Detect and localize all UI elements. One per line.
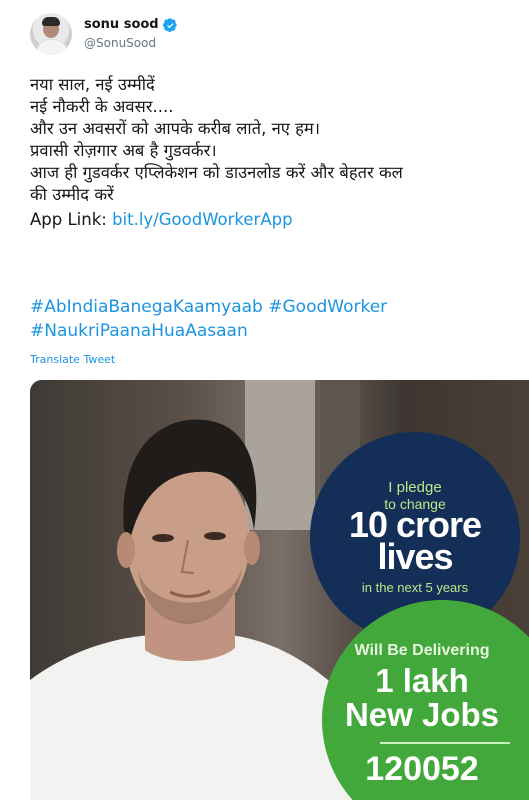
tweet-body: नया साल, नई उम्मीदें नई नौकरी के अवसर...… <box>30 74 529 231</box>
user-handle[interactable]: @SonuSood <box>84 34 178 52</box>
tweet-line: आज ही गुडवर्कर एप्लिकेशन को डाउनलोड करें… <box>30 163 403 182</box>
tweet-header: sonu sood @SonuSood <box>30 12 178 56</box>
pledge-big-text: lives <box>377 536 453 577</box>
hashtags: #AbIndiaBanegaKaamyaab #GoodWorker #Nauk… <box>30 295 387 343</box>
pledge-line: I pledge <box>388 479 442 496</box>
tweet-line: और उन अवसरों को आपके करीब लाते, नए हम। <box>30 119 320 138</box>
jobs-counter: 120052 <box>365 750 479 788</box>
jobs-count-text: 1 lakh <box>375 662 469 699</box>
pledge-line: in the next 5 years <box>361 580 469 595</box>
jobs-label-text: New Jobs <box>344 696 500 733</box>
divider <box>380 742 510 744</box>
app-link-label: App Link: <box>30 210 113 229</box>
app-link[interactable]: bit.ly/GoodWorkerApp <box>112 210 293 229</box>
app-link-line: App Link: bit.ly/GoodWorkerApp <box>30 209 529 231</box>
hashtag-link[interactable]: #NaukriPaanaHuaAasaan <box>30 321 248 341</box>
hashtag-link[interactable]: #AbIndiaBanegaKaamyaab <box>30 297 263 317</box>
avatar[interactable] <box>30 13 72 55</box>
tweet-line: प्रवासी रोज़गार अब है गुडवर्कर। <box>30 141 217 160</box>
delivering-label: Will Be Delivering <box>354 642 490 659</box>
author-names: sonu sood @SonuSood <box>84 16 178 52</box>
translate-tweet-link[interactable]: Translate Tweet <box>30 353 115 366</box>
verified-badge-icon <box>162 17 177 32</box>
tweet-line: नया साल, नई उम्मीदें <box>30 75 155 94</box>
tweet-line: नई नौकरी के अवसर.... <box>30 97 174 116</box>
tweet-line: की उम्मीद करें <box>30 185 114 204</box>
display-name[interactable]: sonu sood <box>84 16 159 34</box>
hashtag-link[interactable]: #GoodWorker <box>268 297 387 317</box>
tweet-media-image[interactable]: I pledge to change 10 crore lives in the… <box>30 380 529 800</box>
